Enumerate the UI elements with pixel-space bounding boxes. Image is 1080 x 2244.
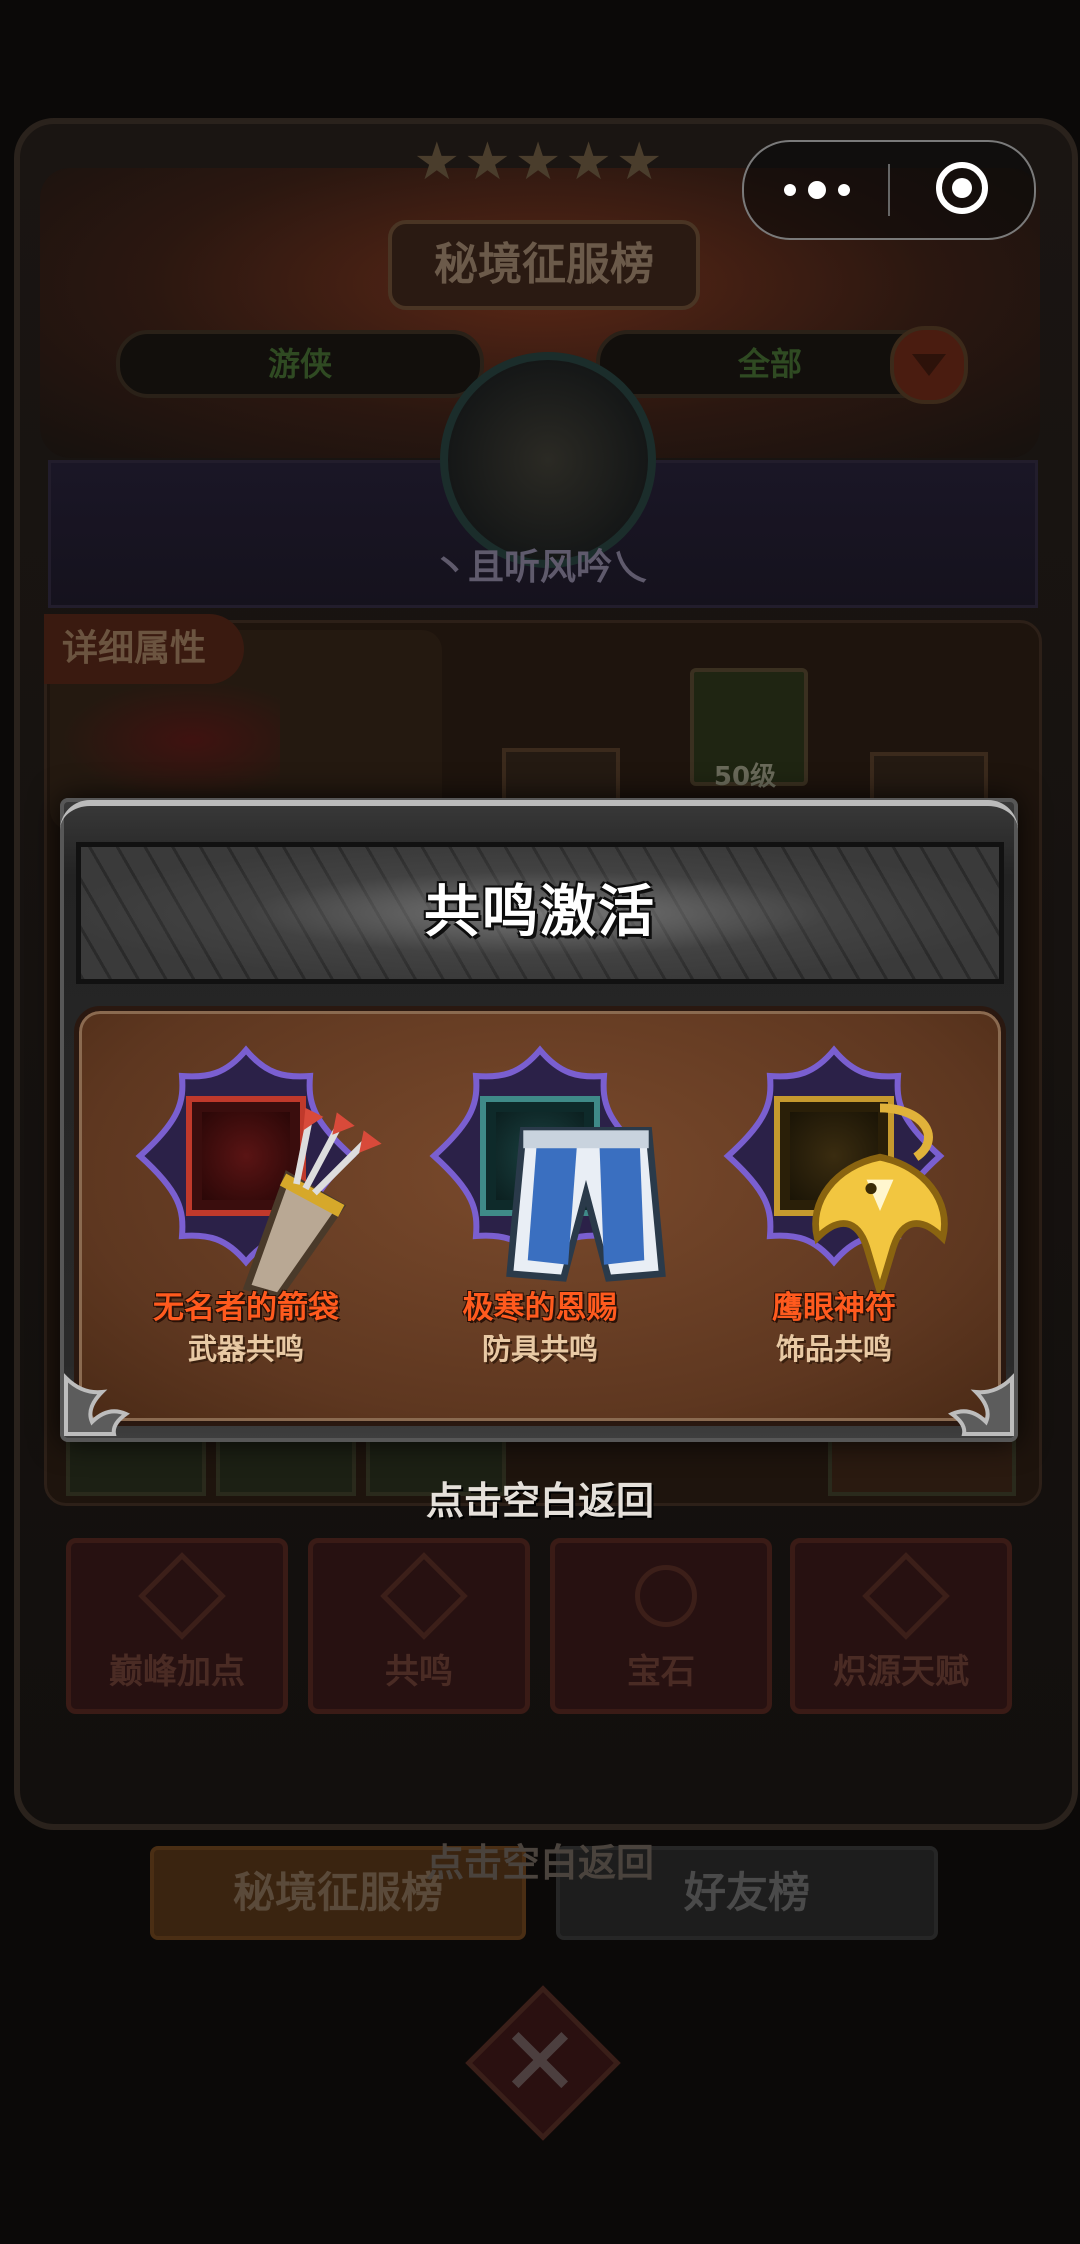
item-frame bbox=[429, 1045, 666, 1282]
peak-icon bbox=[138, 1552, 226, 1640]
talent-button[interactable]: 炽源天赋 bbox=[790, 1538, 1012, 1714]
resonance-item-weapon[interactable]: 无名者的箭袋 武器共鸣 bbox=[116, 1045, 382, 1380]
resonance-button[interactable]: 共鸣 bbox=[308, 1538, 530, 1714]
item-type: 武器共鸣 bbox=[187, 1332, 304, 1366]
item-type: 饰品共鸣 bbox=[775, 1332, 892, 1366]
eagle-amulet-icon bbox=[790, 1103, 948, 1304]
dragon-pet-image bbox=[60, 680, 280, 800]
rank-stars-icon: ★★★★★ bbox=[413, 132, 667, 192]
resonance-item-armor[interactable]: 极寒的恩赐 防具共鸣 bbox=[410, 1045, 670, 1380]
item-box bbox=[480, 1096, 666, 1282]
talent-icon bbox=[862, 1552, 950, 1640]
detail-attributes-tab[interactable]: 详细属性 bbox=[44, 614, 244, 684]
gem-button[interactable]: 宝石 bbox=[550, 1538, 772, 1714]
capsule-divider bbox=[888, 164, 890, 216]
gem-icon bbox=[635, 1565, 697, 1627]
level-badge: 50级 bbox=[713, 762, 777, 792]
close-icon[interactable]: ✕ bbox=[488, 2010, 592, 2114]
dropdown-arrow-icon[interactable] bbox=[890, 326, 968, 404]
leaderboard-title: 秘境征服榜 bbox=[388, 220, 700, 310]
mini-program-capsule bbox=[742, 140, 1036, 240]
background-hint: 点击空白返回 bbox=[425, 1841, 654, 1885]
modal-title: 共鸣激活 bbox=[424, 880, 656, 945]
resonance-icon bbox=[380, 1552, 468, 1640]
peak-points-button[interactable]: 巅峰加点 bbox=[66, 1538, 288, 1714]
item-name: 无名者的箭袋 bbox=[153, 1290, 339, 1326]
item-name: 极寒的恩赐 bbox=[462, 1290, 618, 1326]
item-box bbox=[774, 1096, 948, 1304]
tap-blank-to-return-hint[interactable]: 点击空白返回 bbox=[0, 1470, 1080, 1525]
player-avatar bbox=[440, 352, 656, 568]
item-type: 防具共鸣 bbox=[481, 1332, 598, 1366]
pants-icon bbox=[496, 1112, 666, 1282]
target-circle-icon[interactable] bbox=[936, 162, 988, 214]
item-frame bbox=[723, 1045, 948, 1304]
resonance-item-accessory[interactable]: 鹰眼神符 饰品共鸣 bbox=[704, 1045, 964, 1380]
class-tab[interactable]: 游侠 bbox=[116, 330, 484, 398]
quiver-icon bbox=[202, 1107, 382, 1300]
player-name: 丶且听风吟乀 bbox=[431, 547, 648, 588]
item-box bbox=[186, 1096, 382, 1300]
more-dots-icon[interactable] bbox=[784, 170, 854, 210]
item-name: 鹰眼神符 bbox=[772, 1290, 896, 1326]
modal-top-trim bbox=[60, 800, 1018, 844]
item-frame bbox=[135, 1045, 382, 1300]
